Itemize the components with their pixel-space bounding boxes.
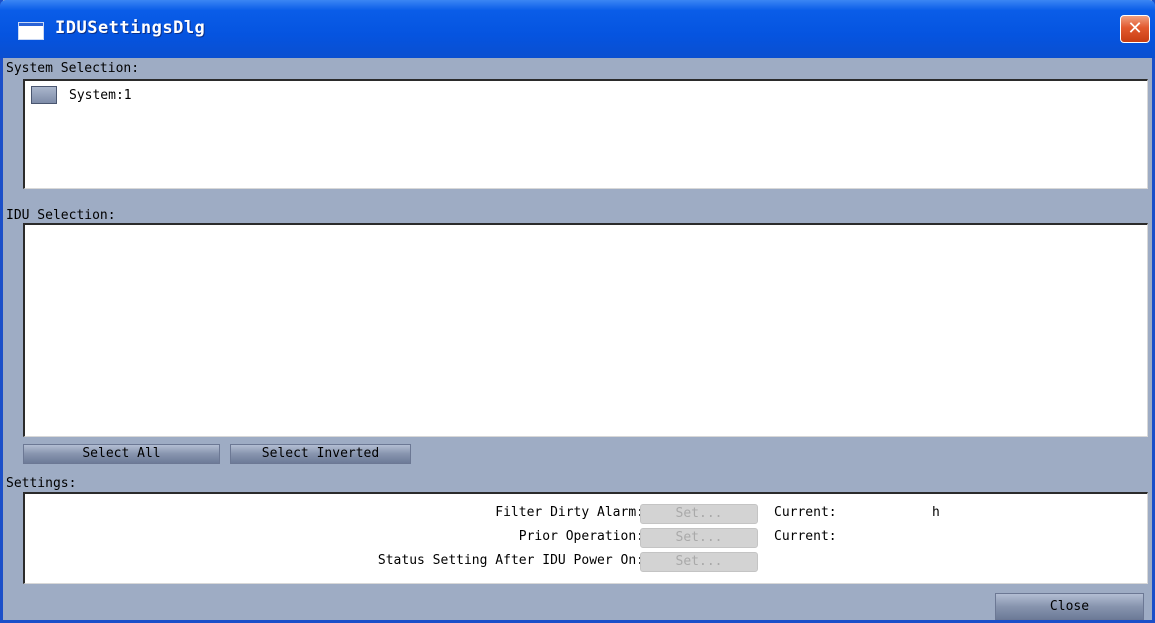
system-selection-label: System Selection: (6, 61, 140, 76)
filter-dirty-alarm-current-value: h (932, 505, 940, 520)
status-after-power-on-set-button[interactable]: Set... (640, 552, 758, 572)
window-title: IDUSettingsDlg (55, 18, 206, 38)
system-list-item[interactable]: System:1 (31, 86, 132, 104)
close-window-icon[interactable]: ✕ (1120, 15, 1150, 43)
window-icon (18, 22, 44, 40)
idu-selection-label: IDU Selection: (6, 208, 116, 223)
settings-label: Settings: (6, 476, 77, 491)
idu-selection-list[interactable] (23, 223, 1148, 437)
select-inverted-button[interactable]: Select Inverted (230, 444, 411, 464)
prior-operation-set-button[interactable]: Set... (640, 528, 758, 548)
idu-settings-dialog: IDUSettingsDlg ✕ System Selection: Syste… (0, 0, 1155, 623)
status-after-power-on-label: Status Setting After IDU Power On: (377, 553, 644, 568)
prior-operation-current-label: Current: (774, 529, 837, 544)
system-selection-list[interactable]: System:1 (23, 79, 1148, 189)
close-button[interactable]: Close (995, 593, 1144, 620)
prior-operation-label: Prior Operation: (518, 529, 644, 544)
filter-dirty-alarm-label: Filter Dirty Alarm: (495, 505, 644, 520)
filter-dirty-alarm-set-button[interactable]: Set... (640, 504, 758, 524)
filter-dirty-alarm-current-label: Current: (774, 505, 837, 520)
title-bar[interactable]: IDUSettingsDlg ✕ (0, 0, 1155, 58)
system-item-label: System:1 (69, 87, 132, 103)
select-all-button[interactable]: Select All (23, 444, 220, 464)
system-checkbox[interactable] (31, 86, 57, 104)
settings-panel: Filter Dirty Alarm: Set... Current: h Pr… (23, 492, 1148, 584)
